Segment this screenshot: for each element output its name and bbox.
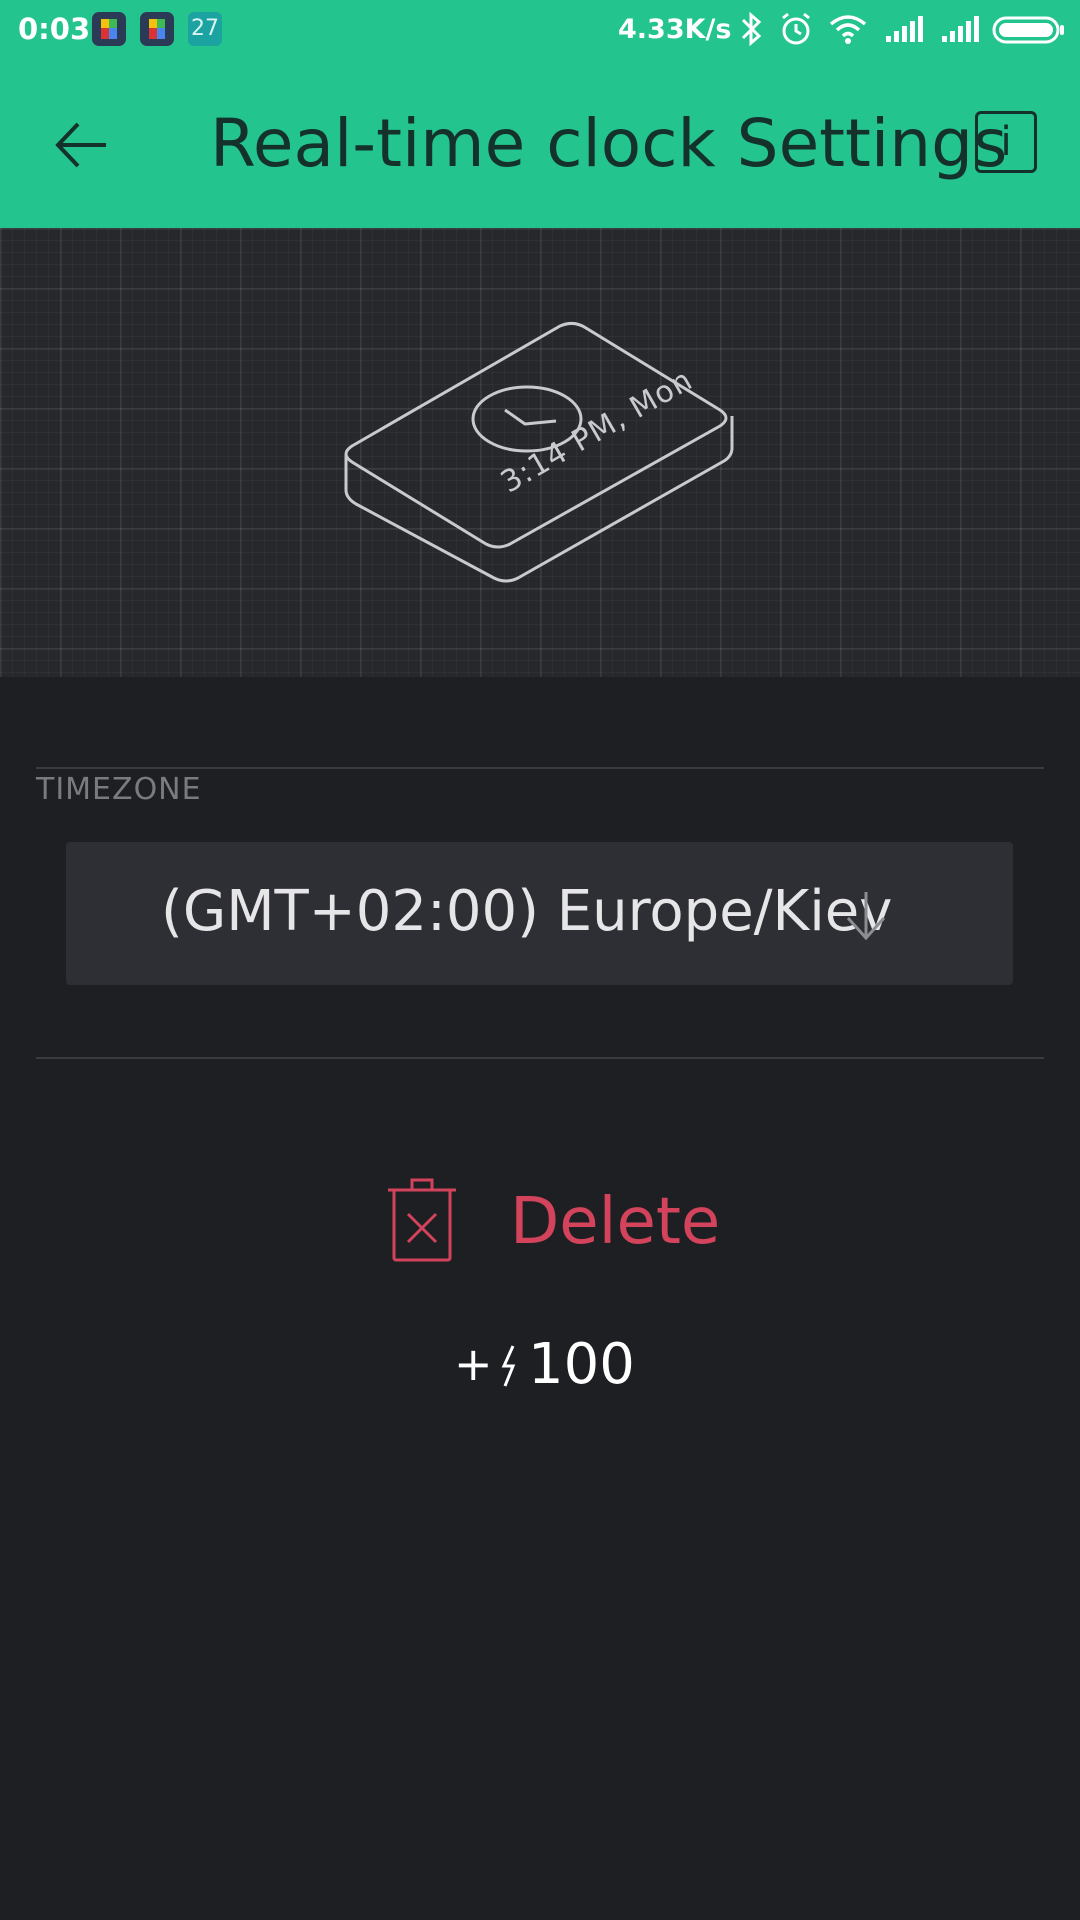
battery-icon: [992, 10, 1066, 52]
divider: [36, 1057, 1044, 1059]
alarm-icon: [778, 10, 814, 52]
notification-count-badge: 27: [188, 12, 222, 46]
signal-icon: [884, 10, 924, 52]
app-bar: 0:03 27 4.33K/s Real-time clock Settings…: [0, 0, 1080, 228]
lightning-icon: [501, 1345, 516, 1387]
trash-icon: [388, 1178, 456, 1262]
screen: 0:03 27 4.33K/s Real-time clock Settings…: [0, 0, 1080, 1920]
info-button[interactable]: i: [975, 111, 1037, 173]
energy-value: 100: [528, 1332, 635, 1397]
network-speed: 4.33K/s: [618, 14, 732, 45]
timezone-dropdown[interactable]: (GMT+02:00) Europe/Kiev: [66, 842, 1013, 985]
divider: [36, 767, 1044, 769]
bluetooth-icon: [738, 10, 764, 52]
app-icon: [92, 12, 126, 46]
energy-refund: + 100: [454, 1330, 635, 1400]
timezone-value: (GMT+02:00) Europe/Kiev: [161, 879, 893, 944]
page-title: Real-time clock Settings: [210, 105, 1008, 182]
arrow-down-icon: [846, 892, 886, 941]
timezone-label: TIMEZONE: [36, 772, 202, 807]
delete-label: Delete: [510, 1185, 721, 1259]
delete-button[interactable]: Delete: [386, 1178, 720, 1264]
app-icon: [140, 12, 174, 46]
arrow-left-icon: [55, 122, 106, 168]
signal-icon: [940, 10, 980, 52]
status-bar: 0:03 27 4.33K/s: [0, 0, 1080, 60]
back-button[interactable]: [48, 110, 118, 180]
wifi-icon: [828, 10, 868, 52]
energy-plus: +: [454, 1337, 493, 1391]
status-time: 0:03: [18, 12, 91, 46]
